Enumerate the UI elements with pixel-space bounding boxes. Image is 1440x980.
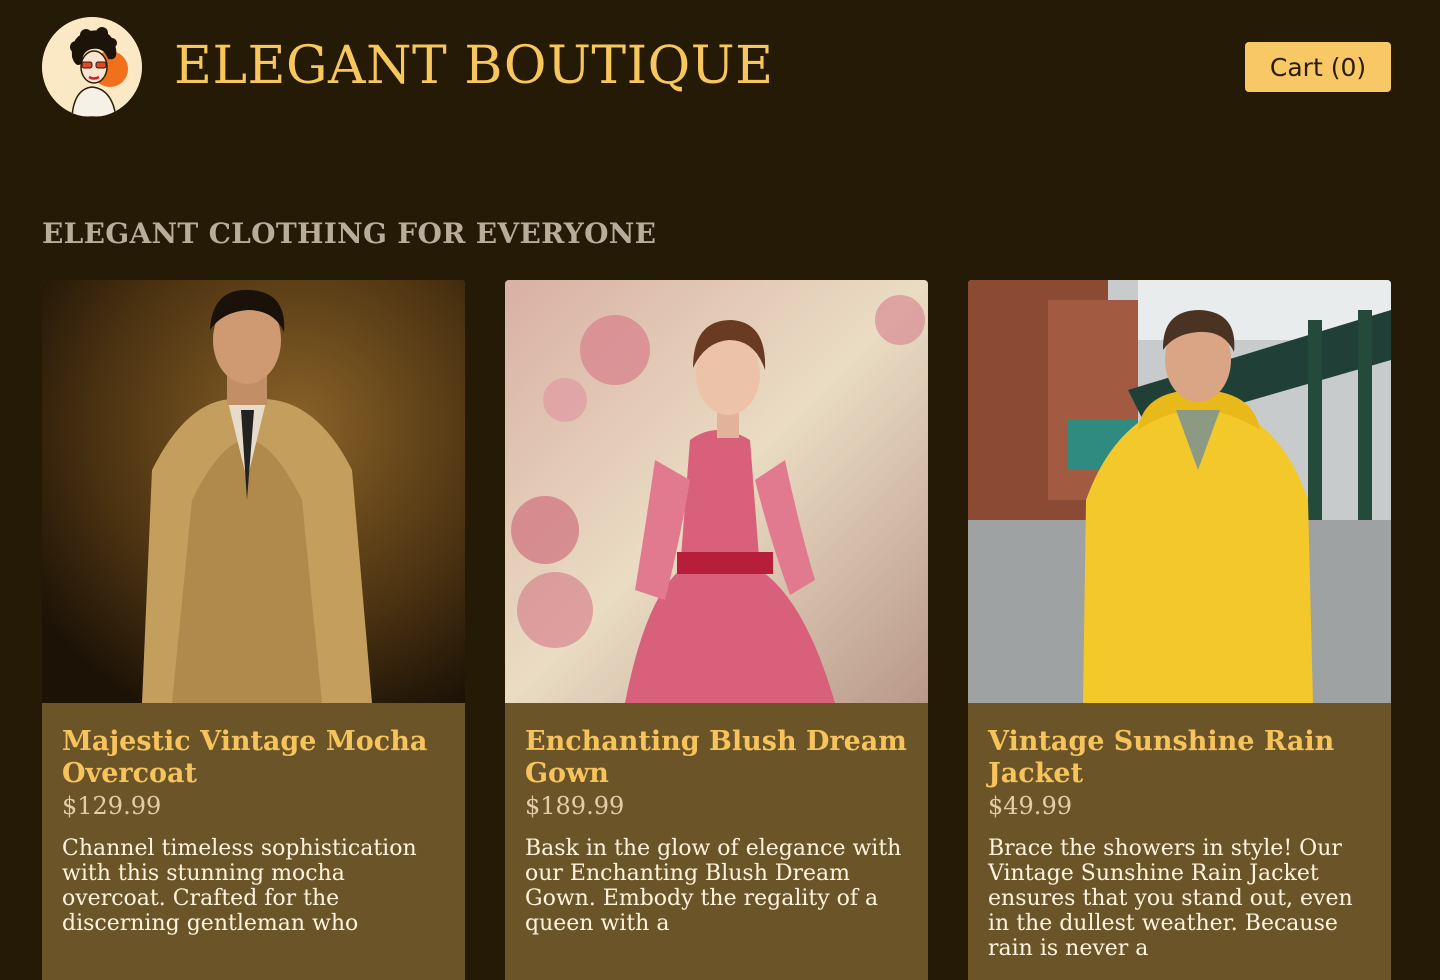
product-image-gown[interactable]: [505, 280, 928, 703]
brand-logo[interactable]: [42, 17, 142, 117]
product-card[interactable]: Enchanting Blush Dream Gown $189.99 Bask…: [505, 280, 928, 980]
brand-title: ELEGANT BOUTIQUE: [174, 36, 774, 96]
product-description: Channel timeless sophistication with thi…: [62, 836, 417, 936]
product-name[interactable]: Enchanting Blush Dream Gown: [525, 726, 915, 790]
product-image-rain-jacket[interactable]: [968, 280, 1391, 703]
cart-button[interactable]: Cart (0): [1245, 42, 1391, 92]
product-card[interactable]: Majestic Vintage Mocha Overcoat $129.99 …: [42, 280, 465, 980]
product-price: $129.99: [62, 792, 162, 820]
product-name[interactable]: Majestic Vintage Mocha Overcoat: [62, 726, 452, 790]
product-name[interactable]: Vintage Sunshine Rain Jacket: [988, 726, 1378, 790]
product-price: $49.99: [988, 792, 1072, 820]
product-info: Enchanting Blush Dream Gown $189.99 Bask…: [525, 726, 915, 936]
woman-portrait-logo-icon: [42, 17, 142, 117]
product-card[interactable]: Vintage Sunshine Rain Jacket $49.99 Brac…: [968, 280, 1391, 980]
site-header: ELEGANT BOUTIQUE Cart (0): [0, 0, 1440, 135]
product-grid: Majestic Vintage Mocha Overcoat $129.99 …: [42, 280, 1391, 980]
product-info: Majestic Vintage Mocha Overcoat $129.99 …: [62, 726, 452, 936]
product-image-overcoat[interactable]: [42, 280, 465, 703]
product-price: $189.99: [525, 792, 625, 820]
product-description: Bask in the glow of elegance with our En…: [525, 836, 902, 936]
section-title: ELEGANT CLOTHING FOR EVERYONE: [42, 217, 657, 250]
product-info: Vintage Sunshine Rain Jacket $49.99 Brac…: [988, 726, 1378, 961]
